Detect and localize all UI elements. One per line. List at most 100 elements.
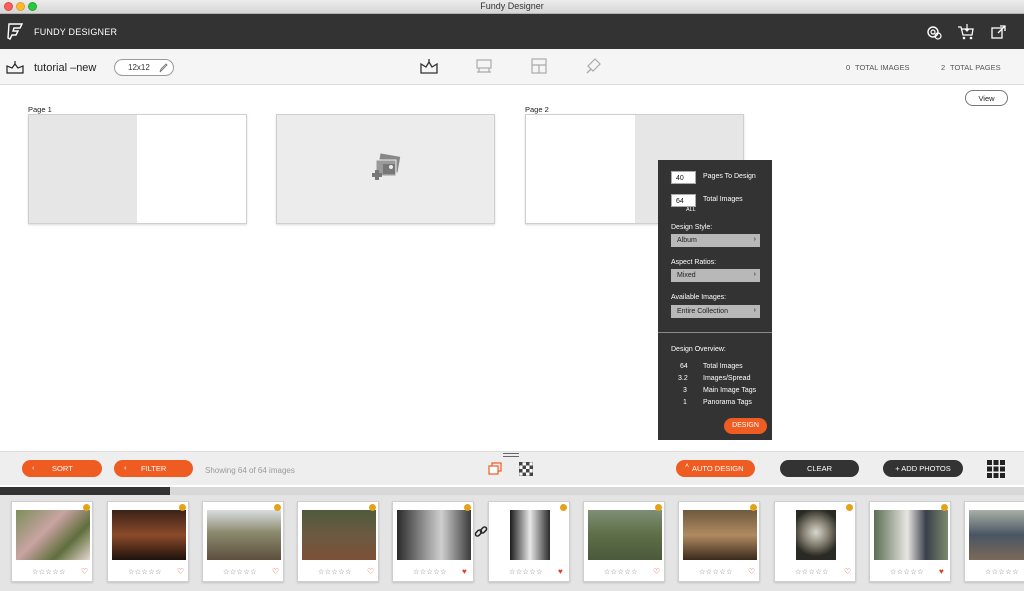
star-rating[interactable]: ☆☆☆☆☆ [32,568,66,576]
filter-button[interactable]: ‹ FILTER [114,460,193,477]
thumbnail-card[interactable]: ☆☆☆☆☆ ♡ [202,501,284,582]
thumbnail-card[interactable]: ☆☆☆☆☆ ♡ [964,501,1024,582]
sync-badge-icon [846,504,853,511]
album-icon [6,61,24,74]
heart-icon[interactable]: ♥ [462,567,467,576]
add-photos-button[interactable]: + ADD PHOTOS [883,460,963,477]
heart-icon[interactable]: ♡ [177,567,184,576]
clear-button[interactable]: CLEAR [780,460,859,477]
thumbnail-card[interactable]: ☆☆☆☆☆ ♡ [11,501,93,582]
heart-icon[interactable]: ♡ [844,567,851,576]
auto-design-panel: 40 Pages To Design 64 ALL Total Images D… [658,160,772,440]
thumbnail-photo [302,510,376,560]
thumbnail-card[interactable]: ☆☆☆☆☆ ♡ [678,501,760,582]
page-1-label: Page 1 [28,105,52,114]
design-style-select[interactable]: Album › [671,234,760,247]
album-design-icon[interactable] [420,58,438,74]
external-link-icon[interactable] [990,23,1008,41]
cart-icon[interactable] [957,23,975,41]
chevron-right-icon: › [753,236,756,243]
design-style-value: Album [677,237,697,244]
auto-design-button[interactable]: ˄ AUTO DESIGN [676,460,755,477]
aspect-ratios-select[interactable]: Mixed › [671,269,760,282]
star-rating[interactable]: ☆☆☆☆☆ [699,568,733,576]
star-rating[interactable]: ☆☆☆☆☆ [509,568,543,576]
overview-value: 3.2 [678,375,688,382]
star-rating[interactable]: ☆☆☆☆☆ [128,568,162,576]
thumbnail-photo [510,510,550,560]
available-images-select[interactable]: Entire Collection › [671,305,760,318]
overview-label: Images/Spread [703,375,751,382]
heart-icon[interactable]: ♡ [272,567,279,576]
drag-handle-line[interactable] [503,453,519,454]
sort-label: SORT [52,464,73,473]
star-rating[interactable]: ☆☆☆☆☆ [604,568,638,576]
star-rating[interactable]: ☆☆☆☆☆ [413,568,447,576]
thumbnail-photo [207,510,281,560]
wall-art-icon[interactable] [475,58,493,74]
design-overview-title: Design Overview: [671,346,726,353]
stacked-photos-icon[interactable] [488,462,502,476]
brush-icon[interactable] [585,58,603,74]
heart-icon[interactable]: ♡ [367,567,374,576]
heart-icon[interactable]: ♥ [558,567,563,576]
thumbnail-card[interactable]: ☆☆☆☆☆ ♡ [107,501,189,582]
link-icon[interactable] [474,525,488,539]
sync-badge-icon [83,504,90,511]
spread-page-1[interactable] [28,114,247,224]
album-size-pill[interactable]: 12x12 [114,59,174,76]
chevron-right-icon: › [753,307,756,314]
total-images-label: TOTAL IMAGES [855,63,910,72]
pages-to-design-label: Pages To Design [703,173,756,180]
design-style-label: Design Style: [671,224,713,231]
total-pages-label: TOTAL PAGES [950,63,1001,72]
thumbnail-card[interactable]: ☆☆☆☆☆ ♡ [774,501,856,582]
settings-gear-icon[interactable] [925,23,943,41]
thumbnail-photo [588,510,662,560]
overview-label: Panorama Tags [703,399,752,406]
page-2-label: Page 2 [525,105,549,114]
card-layout-icon[interactable] [530,58,548,74]
thumbnail-card[interactable]: ☆☆☆☆☆ ♥ [488,501,570,582]
design-canvas: View Page 1 Page 2 [0,85,1024,450]
heart-icon[interactable]: ♡ [748,567,755,576]
sync-badge-icon [274,504,281,511]
bottom-bar: ‹ SORT ‹ FILTER Showing 64 of 64 images … [0,451,1024,485]
star-rating[interactable]: ☆☆☆☆☆ [890,568,924,576]
image-usage-progress [0,487,1024,495]
thumbnail-card[interactable]: ☆☆☆☆☆ ♡ [583,501,665,582]
total-images-input[interactable]: 64 [671,194,696,207]
thumbnail-photo [874,510,948,560]
thumbnail-card[interactable]: ☆☆☆☆☆ ♡ [297,501,379,582]
sync-badge-icon [750,504,757,511]
pages-to-design-input[interactable]: 40 [671,171,696,184]
star-rating[interactable]: ☆☆☆☆☆ [223,568,257,576]
heart-icon[interactable]: ♡ [81,567,88,576]
project-name[interactable]: tutorial –new [34,62,96,74]
left-page-placeholder [29,115,137,223]
drag-handle-line[interactable] [503,456,519,457]
sync-badge-icon [179,504,186,511]
overview-value: 1 [683,399,687,406]
view-button[interactable]: View [965,90,1008,106]
grid-view-icon[interactable] [987,460,1005,478]
aspect-ratios-value: Mixed [677,272,696,279]
star-rating[interactable]: ☆☆☆☆☆ [318,568,352,576]
window-title: Fundy Designer [480,1,544,11]
project-toolbar: tutorial –new 12x12 0 TOTAL IMAGES 2 TOT… [0,49,1024,85]
star-rating[interactable]: ☆☆☆☆☆ [985,568,1019,576]
heart-icon[interactable]: ♥ [939,567,944,576]
all-images-sublabel[interactable]: ALL [686,207,696,213]
add-spread-placeholder[interactable] [276,114,495,224]
sort-button[interactable]: ‹ SORT [22,460,102,477]
design-button[interactable]: DESIGN [724,418,767,434]
checkerboard-icon[interactable] [519,462,533,476]
thumbnail-card[interactable]: ☆☆☆☆☆ ♥ [869,501,951,582]
heart-icon[interactable]: ♡ [653,567,660,576]
chevron-left-icon: ‹ [32,463,35,472]
auto-design-label: AUTO DESIGN [692,464,744,473]
star-rating[interactable]: ☆☆☆☆☆ [795,568,829,576]
thumbnail-card[interactable]: ☆☆☆☆☆ ♥ [392,501,474,582]
sync-badge-icon [941,504,948,511]
thumbnail-photo [112,510,186,560]
